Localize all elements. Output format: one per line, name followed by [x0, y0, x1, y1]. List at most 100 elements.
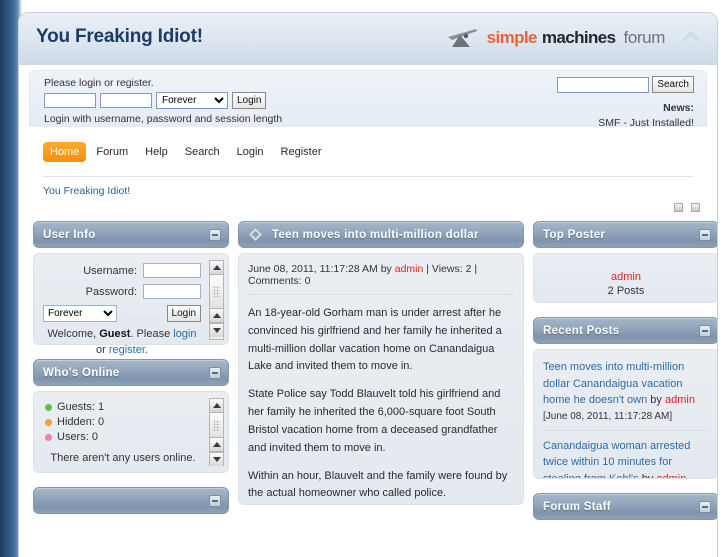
logo-text-machines: machines [541, 28, 616, 47]
users-count: Users: 0 [57, 431, 98, 443]
user-info-username-label: Username: [83, 264, 137, 277]
user-info-scrollbar[interactable] [209, 260, 224, 340]
search-input[interactable] [557, 76, 650, 93]
recent-post-author[interactable]: admin [665, 394, 695, 406]
login-form: Please login or register. Forever Login … [44, 77, 282, 125]
smf-logo[interactable]: simple machines forum [446, 27, 665, 49]
login-submit-button[interactable]: Login [232, 92, 267, 109]
login-hint: Login with username, password and sessio… [44, 113, 283, 125]
news-panel-title: Teen moves into multi-million dollar [272, 228, 479, 241]
scroll-down-arrow-icon[interactable] [210, 323, 223, 337]
left-sidebar: User Info Username: Password: Forever Lo… [33, 221, 229, 514]
hidden-count: Hidden: 0 [57, 416, 105, 428]
login-password-input[interactable] [100, 93, 152, 108]
main-content: Teen moves into multi-million dollar Jun… [238, 221, 524, 505]
scroll-thumb[interactable] [210, 413, 223, 438]
top-poster-panel-body: admin 2 Posts [533, 253, 717, 303]
forum-staff-panel-header: Forum Staff [533, 493, 717, 520]
recent-posts-panel-body: Teen moves into multi-million dollar Can… [533, 349, 717, 479]
welcome-or: or [96, 343, 109, 356]
list-item: Teen moves into multi-million dollar Can… [543, 359, 709, 430]
whos-online-scrollbar[interactable] [209, 398, 224, 466]
minus-icon[interactable] [209, 229, 221, 241]
main-navigation: Home Forum Help Search Login Register [19, 142, 717, 168]
nav-item-forum[interactable]: Forum [89, 142, 135, 162]
login-link[interactable]: login [173, 328, 196, 340]
nav-item-login[interactable]: Login [230, 142, 271, 162]
minus-icon[interactable] [699, 229, 711, 241]
user-info-panel-header: User Info [33, 221, 229, 248]
list-item: Canandaigua woman arrested twice within … [543, 429, 709, 479]
news-panel-body: June 08, 2011, 11:17:28 AM by admin | Vi… [238, 253, 524, 505]
scroll-up-arrow-icon-2[interactable] [210, 309, 223, 323]
recent-post-by-label: by [641, 472, 654, 479]
news-meta: June 08, 2011, 11:17:28 AM by admin | Vi… [248, 263, 514, 295]
top-poster-title: Top Poster [543, 228, 606, 241]
scroll-down-arrow-icon[interactable] [210, 452, 223, 466]
diamond-icon [248, 227, 263, 242]
user-info-panel-body: Username: Password: Forever Login Welcom… [33, 253, 229, 356]
welcome-message: Welcome, Guest. Please login or register… [43, 327, 201, 359]
smf-logo-icon [447, 29, 477, 47]
news-author[interactable]: admin [395, 263, 424, 275]
login-duration-select[interactable]: Forever [156, 92, 228, 109]
top-poster-panel-header: Top Poster [533, 221, 717, 248]
forum-staff-title: Forum Staff [543, 500, 611, 513]
welcome-prefix: Welcome, [47, 328, 100, 340]
top-poster-name[interactable]: admin [543, 271, 709, 283]
news-date: June 08, 2011, 11:17:28 AM [248, 263, 378, 275]
recent-post-title[interactable]: Teen moves into multi-million dollar Can… [543, 361, 684, 406]
whos-online-title: Who's Online [43, 366, 120, 379]
nav-item-search[interactable]: Search [178, 142, 227, 162]
scroll-up-arrow-icon[interactable] [210, 399, 223, 413]
user-info-title: User Info [43, 228, 96, 241]
recent-post-by-label: by [650, 394, 662, 406]
welcome-suffix: . [144, 343, 148, 356]
scroll-thumb[interactable] [210, 275, 223, 309]
expand-all-icon[interactable] [691, 203, 700, 212]
minus-icon[interactable] [209, 367, 221, 379]
minus-icon[interactable] [699, 325, 711, 337]
recent-post-date: [June 08, 2011, 11:17:28 AM] [543, 410, 673, 422]
whos-online-panel-body: Guests: 1 Hidden: 0 Users: 0 There aren'… [33, 391, 229, 473]
news-block: News: SMF - Just Installed! [557, 101, 694, 131]
bottom-left-panel-header [33, 487, 229, 514]
nav-item-register[interactable]: Register [274, 142, 329, 162]
page-title: You Freaking Idiot! [36, 26, 203, 47]
welcome-middle: . Please [130, 328, 174, 340]
scroll-up-arrow-icon-2[interactable] [210, 438, 223, 452]
nav-item-help[interactable]: Help [138, 142, 175, 162]
whos-online-note: There aren't any users online. [50, 452, 196, 464]
user-info-username-input[interactable] [143, 263, 201, 278]
login-prompt: Please login or register. [44, 77, 154, 89]
nav-item-home[interactable]: Home [43, 142, 87, 162]
list-item: Guests: 1 [45, 401, 201, 413]
users-dot-icon [45, 433, 52, 441]
site-header: You Freaking Idiot! simple machines forum [19, 13, 717, 65]
user-info-duration-select[interactable]: Forever [43, 305, 117, 322]
recent-post-author[interactable]: admin [656, 473, 686, 479]
chevron-up-icon[interactable] [681, 29, 701, 45]
search-button[interactable]: Search [652, 76, 694, 93]
minus-icon[interactable] [699, 501, 711, 513]
logo-text-simple: simple [486, 28, 538, 47]
user-info-login-button[interactable]: Login [166, 305, 201, 322]
guests-count: Guests: 1 [57, 401, 105, 413]
logo-text-forum: forum [623, 28, 666, 47]
user-info-password-label: Password: [85, 285, 137, 298]
news-paragraph: An 18-year-old Gorham man is under arres… [248, 307, 502, 373]
whos-online-panel-header: Who's Online [33, 359, 229, 386]
collapse-controls [19, 197, 717, 212]
list-item: Hidden: 0 [45, 416, 201, 428]
register-link[interactable]: register [109, 344, 145, 356]
top-poster-count: 2 Posts [607, 285, 645, 297]
breadcrumb[interactable]: You Freaking Idiot! [19, 177, 717, 197]
scroll-up-arrow-icon[interactable] [210, 261, 223, 275]
minus-icon[interactable] [209, 495, 221, 507]
user-info-password-input[interactable] [143, 284, 201, 299]
guests-dot-icon [45, 403, 52, 411]
recent-posts-panel-header: Recent Posts [533, 317, 717, 344]
hidden-dot-icon [45, 418, 52, 426]
collapse-all-icon[interactable] [674, 203, 683, 212]
login-username-input[interactable] [44, 93, 96, 108]
